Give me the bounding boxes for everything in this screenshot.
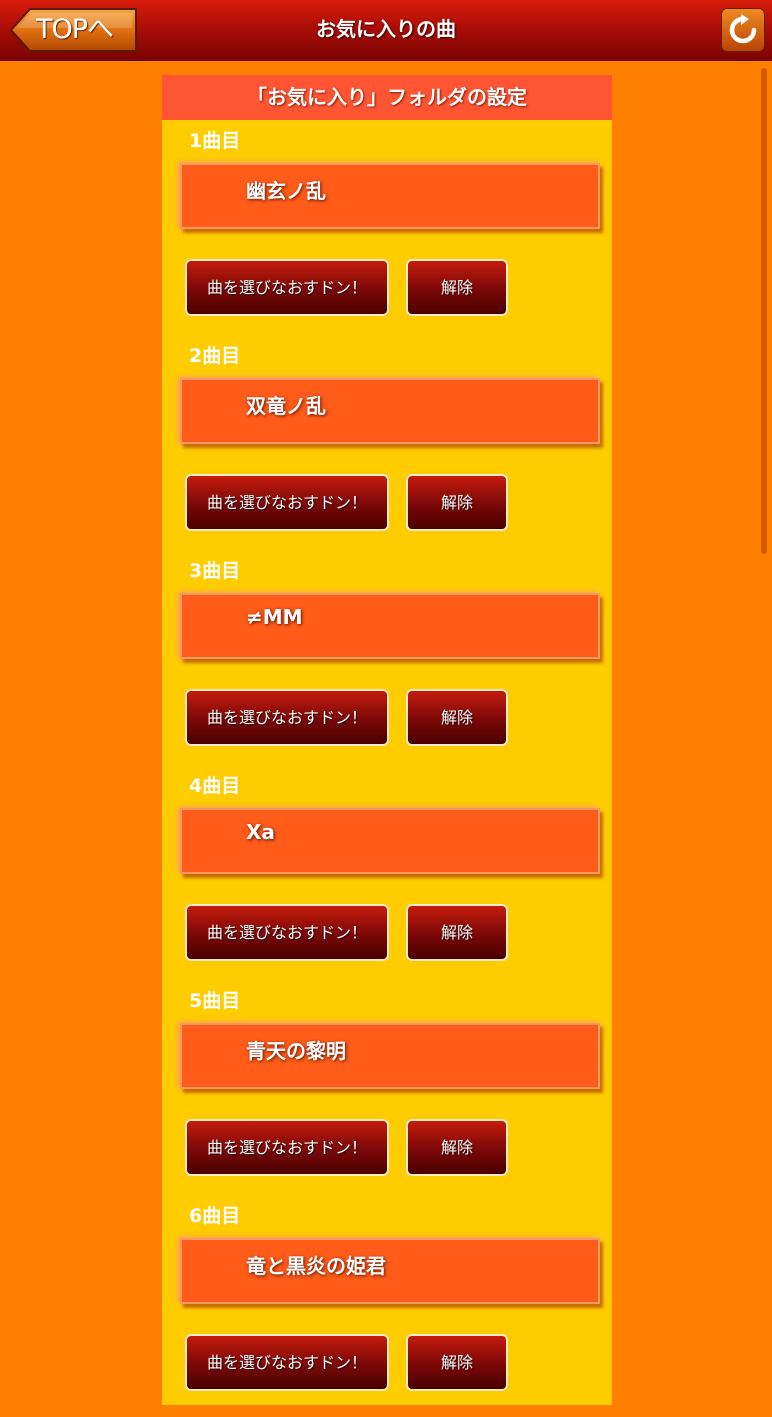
- song-name: 竜と黒炎の姫君: [246, 1254, 386, 1278]
- song-box: 幽玄ノ乱: [180, 163, 600, 229]
- favorites-folder-panel: 「お気に入り」フォルダの設定 1曲目 幽玄ノ乱 曲を選びなおすドン！ 解除 2曲…: [162, 75, 612, 1405]
- release-button[interactable]: 解除: [406, 474, 508, 531]
- reselect-song-button[interactable]: 曲を選びなおすドン！: [185, 1119, 389, 1176]
- song-name: 幽玄ノ乱: [246, 179, 326, 203]
- scrollbar[interactable]: [761, 68, 767, 554]
- favorite-slot-1: 1曲目 幽玄ノ乱 曲を選びなおすドン！ 解除: [162, 127, 612, 342]
- favorite-slot-5: 5曲目 青天の黎明 曲を選びなおすドン！ 解除: [162, 987, 612, 1202]
- reselect-song-button[interactable]: 曲を選びなおすドン！: [185, 1334, 389, 1391]
- reselect-song-button[interactable]: 曲を選びなおすドン！: [185, 689, 389, 746]
- favorite-slot-3: 3曲目 ≠MM 曲を選びなおすドン！ 解除: [162, 557, 612, 772]
- favorite-slot-2: 2曲目 双竜ノ乱 曲を選びなおすドン！ 解除: [162, 342, 612, 557]
- song-name: 青天の黎明: [246, 1039, 346, 1063]
- song-name: ≠MM: [246, 605, 303, 629]
- release-button[interactable]: 解除: [406, 904, 508, 961]
- reselect-song-button[interactable]: 曲を選びなおすドン！: [185, 904, 389, 961]
- release-button[interactable]: 解除: [406, 259, 508, 316]
- slot-label: 3曲目: [189, 560, 241, 582]
- page-title: お気に入りの曲: [316, 17, 456, 41]
- song-box: 青天の黎明: [180, 1023, 600, 1089]
- song-name: 双竜ノ乱: [246, 394, 326, 418]
- reselect-song-button[interactable]: 曲を選びなおすドン！: [185, 259, 389, 316]
- panel-title: 「お気に入り」フォルダの設定: [162, 75, 612, 120]
- slot-label: 5曲目: [189, 990, 241, 1012]
- reload-button[interactable]: [721, 8, 765, 52]
- release-button[interactable]: 解除: [406, 1119, 508, 1176]
- favorite-slot-4: 4曲目 Xa 曲を選びなおすドン！ 解除: [162, 772, 612, 987]
- slot-label: 4曲目: [189, 775, 241, 797]
- release-button[interactable]: 解除: [406, 689, 508, 746]
- song-box: Xa: [180, 808, 600, 874]
- favorite-slot-6: 6曲目 竜と黒炎の姫君 曲を選びなおすドン！ 解除: [162, 1202, 612, 1417]
- song-box: 竜と黒炎の姫君: [180, 1238, 600, 1304]
- song-box: 双竜ノ乱: [180, 378, 600, 444]
- song-name: Xa: [246, 820, 275, 844]
- reselect-song-button[interactable]: 曲を選びなおすドン！: [185, 474, 389, 531]
- app-header: TOPへ お気に入りの曲: [0, 0, 772, 61]
- song-box: ≠MM: [180, 593, 600, 659]
- release-button[interactable]: 解除: [406, 1334, 508, 1391]
- slot-label: 6曲目: [189, 1205, 241, 1227]
- slot-label: 2曲目: [189, 345, 241, 367]
- reload-icon: [729, 14, 757, 44]
- slot-label: 1曲目: [189, 130, 241, 152]
